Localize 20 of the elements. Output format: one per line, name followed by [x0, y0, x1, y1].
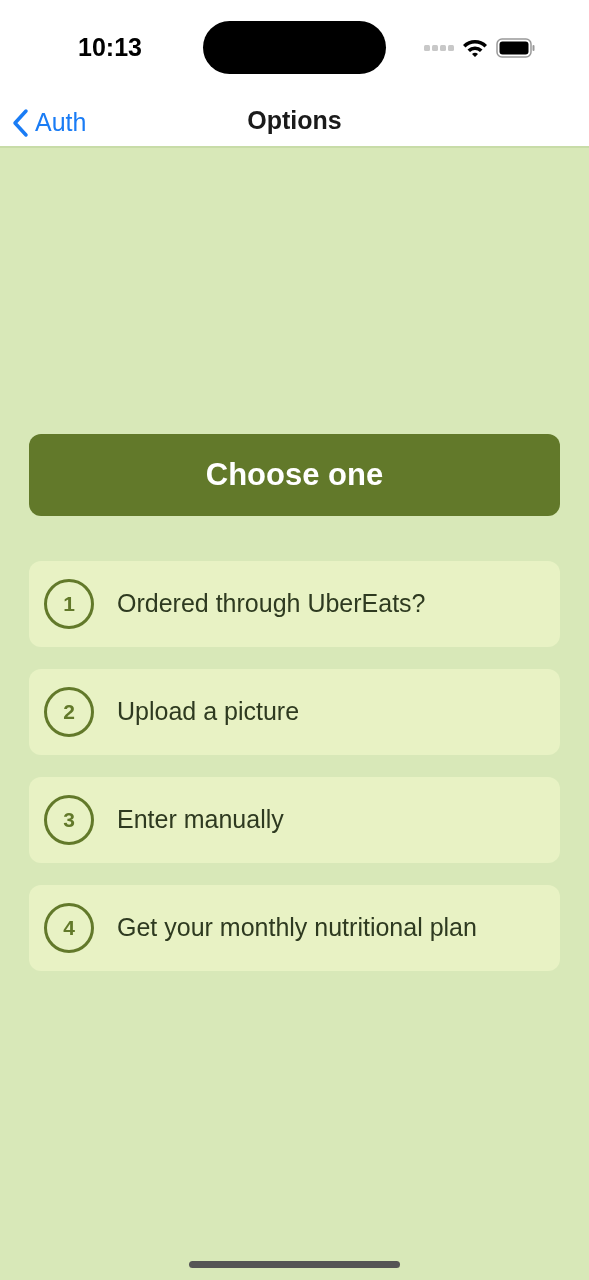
number-badge: 2 — [44, 687, 94, 737]
status-time: 10:13 — [78, 31, 142, 63]
wifi-icon — [462, 37, 488, 58]
back-button[interactable]: Auth — [11, 104, 87, 142]
option-item[interactable]: 4 Get your monthly nutritional plan — [29, 885, 560, 971]
option-label: Get your monthly nutritional plan — [117, 912, 477, 944]
option-label: Ordered through UberEats? — [117, 588, 426, 620]
number-badge: 4 — [44, 903, 94, 953]
chevron-left-icon — [11, 107, 29, 138]
option-item[interactable]: 2 Upload a picture — [29, 669, 560, 755]
battery-icon — [496, 37, 536, 58]
option-label: Upload a picture — [117, 696, 300, 728]
option-item[interactable]: 3 Enter manually — [29, 777, 560, 863]
header-banner: Choose one — [29, 434, 560, 516]
signal-icon — [424, 43, 454, 52]
option-label: Enter manually — [117, 804, 284, 836]
page-title: Options — [247, 104, 342, 136]
number-badge: 1 — [44, 579, 94, 629]
number-badge: 3 — [44, 795, 94, 845]
option-item[interactable]: 1 Ordered through UberEats? — [29, 561, 560, 647]
